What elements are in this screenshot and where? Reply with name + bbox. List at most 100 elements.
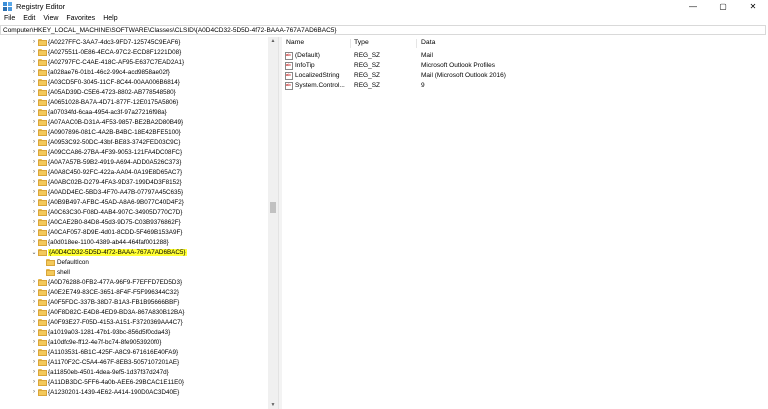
folder-icon xyxy=(38,48,47,56)
chevron-right-icon[interactable]: › xyxy=(31,127,37,137)
tree-item[interactable]: › {A0227FFC-3AA7-4dc3-9FD7-125745C9EAF6} xyxy=(0,37,270,47)
chevron-right-icon[interactable]: › xyxy=(31,37,37,47)
column-divider[interactable] xyxy=(350,39,351,48)
tree-item[interactable]: › {A1103531-6B1C-425F-A8C9-671616E40FA9} xyxy=(0,347,270,357)
chevron-right-icon[interactable]: › xyxy=(31,147,37,157)
chevron-right-icon[interactable]: › xyxy=(31,237,37,247)
chevron-right-icon[interactable]: › xyxy=(31,207,37,217)
chevron-right-icon[interactable]: › xyxy=(31,97,37,107)
tree-item[interactable]: › {A07AAC0B-D31A-4F53-9857-BE2BA2D80B49} xyxy=(0,117,270,127)
chevron-right-icon[interactable]: › xyxy=(31,337,37,347)
chevron-right-icon[interactable]: › xyxy=(31,347,37,357)
chevron-right-icon[interactable]: › xyxy=(31,287,37,297)
tree-item[interactable]: › {A11DB3DC-5FF6-4a0b-AEE6-29BCAC1E11E0} xyxy=(0,377,270,387)
chevron-right-icon[interactable]: › xyxy=(31,107,37,117)
chevron-right-icon[interactable]: › xyxy=(31,297,37,307)
value-row[interactable]: ab InfoTip REG_SZ Microsoft Outlook Profile… xyxy=(282,61,768,71)
tree-item[interactable]: DefaultIcon xyxy=(0,257,270,267)
tree-item[interactable]: › {A0F93E27-F05D-4153-A151-F3720369AA4C7} xyxy=(0,317,270,327)
chevron-right-icon[interactable]: › xyxy=(31,167,37,177)
chevron-right-icon[interactable]: › xyxy=(31,137,37,147)
tree-item[interactable]: › {a11850eb-4501-4dea-9ef5-1d37f37d247d} xyxy=(0,367,270,377)
tree-item[interactable]: › {A02797FC-C4AE-418C-AF95-E637C7EAD2A1} xyxy=(0,57,270,67)
chevron-right-icon[interactable]: › xyxy=(31,217,37,227)
tree-item[interactable]: › {a0d018ee-1100-4389-ab44-464faf001288} xyxy=(0,237,270,247)
menu-help[interactable]: Help xyxy=(99,15,121,22)
chevron-right-icon[interactable]: › xyxy=(31,187,37,197)
value-type: REG_SZ xyxy=(354,72,381,79)
column-divider[interactable] xyxy=(416,39,417,48)
chevron-right-icon[interactable]: › xyxy=(31,77,37,87)
tree-item[interactable]: › {A0A7A57B-59B2-4919-A694-ADD0A526C373} xyxy=(0,157,270,167)
tree-item[interactable]: › {A09CCA86-27BA-4F39-9053-121FA4DC08FC} xyxy=(0,147,270,157)
chevron-right-icon[interactable]: › xyxy=(31,327,37,337)
tree-item[interactable]: › {a07034fd-6caa-4954-ac3f-97a27216f98a} xyxy=(0,107,270,117)
value-row[interactable]: ab System.Control... REG_SZ 9 xyxy=(282,81,768,91)
tree-item-label: {a028ae76-01b1-46c2-99c4-acd9858ae02f} xyxy=(48,68,170,76)
menu-view[interactable]: View xyxy=(39,15,62,22)
menu-favorites[interactable]: Favorites xyxy=(62,15,99,22)
tree-item[interactable]: › {A0F5FDC-337B-38D7-B1A3-FB1B95666BBF} xyxy=(0,297,270,307)
chevron-right-icon[interactable]: › xyxy=(31,47,37,57)
tree-item[interactable]: › {A0C63C30-F08D-4AB4-907C-34905D770C7D} xyxy=(0,207,270,217)
tree-item[interactable]: › {A0CAE2B0-84D8-45d3-9D75-C03B9376862F} xyxy=(0,217,270,227)
tree-item[interactable]: › {A0907896-081C-4A2B-B4BC-18E42BFE5100} xyxy=(0,127,270,137)
scroll-down-icon[interactable]: ▼ xyxy=(268,401,278,409)
value-row[interactable]: ab LocalizedString REG_SZ Mail (Microsoft O… xyxy=(282,71,768,81)
address-bar[interactable]: Computer\HKEY_LOCAL_MACHINE\SOFTWARE\Cla… xyxy=(0,25,766,35)
column-header-data[interactable]: Data xyxy=(421,39,435,46)
chevron-right-icon[interactable]: › xyxy=(31,57,37,67)
tree-item-label: {a0d018ee-1100-4389-ab44-464faf001288} xyxy=(48,238,169,246)
scroll-up-icon[interactable]: ▲ xyxy=(268,37,278,45)
tree-item[interactable]: › {A0B9B497-AFBC-45AD-A8A6-9B077C40D4F2} xyxy=(0,197,270,207)
chevron-right-icon[interactable]: › xyxy=(31,387,37,397)
chevron-right-icon[interactable]: › xyxy=(31,377,37,387)
chevron-right-icon[interactable]: › xyxy=(31,227,37,237)
chevron-right-icon[interactable]: › xyxy=(31,157,37,167)
maximize-button[interactable]: ▢ xyxy=(708,0,738,13)
chevron-right-icon[interactable]: › xyxy=(31,87,37,97)
close-button[interactable]: ✕ xyxy=(738,0,768,13)
tree-item[interactable]: › {A0A8C450-92FC-422a-AA04-0A19E8D65AC7} xyxy=(0,167,270,177)
scroll-thumb[interactable] xyxy=(270,202,276,213)
chevron-right-icon[interactable]: › xyxy=(31,357,37,367)
tree-item-label: {A02797FC-C4AE-418C-AF95-E637C7EAD2A1} xyxy=(48,58,185,66)
chevron-right-icon[interactable]: › xyxy=(31,177,37,187)
tree-item-label: {A0E2E749-83CE-3651-8F4F-F5F996344C32} xyxy=(48,288,179,296)
tree-item[interactable]: › {a1019a03-1281-47b1-93bc-856d5f0cda43} xyxy=(0,327,270,337)
tree-item[interactable]: › {A0ABC02B-D279-4FA3-9D37-199D4D3F8152} xyxy=(0,177,270,187)
chevron-right-icon[interactable]: › xyxy=(31,307,37,317)
chevron-right-icon[interactable]: › xyxy=(31,197,37,207)
chevron-right-icon[interactable]: › xyxy=(31,367,37,377)
tree-item[interactable]: › {A0E2E749-83CE-3651-8F4F-F5F996344C32} xyxy=(0,287,270,297)
tree-item-label: {A11DB3DC-5FF6-4a0b-AEE6-29BCAC1E11E0} xyxy=(48,378,184,386)
tree-item[interactable]: › {a10dfc9e-ff12-4e7f-bc74-8fe9053920f0} xyxy=(0,337,270,347)
tree-item[interactable]: › {A0953C92-50DC-43bf-BE83-3742FED03C9C} xyxy=(0,137,270,147)
chevron-right-icon[interactable]: › xyxy=(31,317,37,327)
column-header-type[interactable]: Type xyxy=(354,39,369,46)
tree-item[interactable]: › {A0CAF057-8D9E-4d01-8CDD-5F469B153A9F} xyxy=(0,227,270,237)
tree-item[interactable]: ⌄ {A0D4CD32-5D5D-4f72-BAAA-767A7AD6BAC5} xyxy=(0,247,270,257)
value-row[interactable]: ab (Default) REG_SZ Mail xyxy=(282,51,768,61)
menu-edit[interactable]: Edit xyxy=(19,15,39,22)
tree-item[interactable]: › {A03CD5F0-3045-11CF-8C44-00AA006B6814} xyxy=(0,77,270,87)
tree-item[interactable]: › {A0651028-BA7A-4D71-877F-12E0175A5806} xyxy=(0,97,270,107)
minimize-button[interactable]: — xyxy=(678,0,708,13)
key-tree[interactable]: › {A0227FFC-3AA7-4dc3-9FD7-125745C9EAF6} ›… xyxy=(0,37,278,409)
tree-item[interactable]: › {a028ae76-01b1-46c2-99c4-acd9858ae02f} xyxy=(0,67,270,77)
chevron-right-icon[interactable]: › xyxy=(31,117,37,127)
tree-item[interactable]: › {A0275511-0E86-4ECA-97C2-ECD8F1221D08} xyxy=(0,47,270,57)
tree-item[interactable]: › {A1230201-1439-4E62-A414-190D0AC3D40E} xyxy=(0,387,270,397)
tree-item[interactable]: › {A0F8D82C-E4D8-4ED9-BD3A-867A830B12BA} xyxy=(0,307,270,317)
tree-scrollbar[interactable]: ▲ ▼ xyxy=(268,37,278,409)
tree-item[interactable]: › {A1170F2C-C5A4-467F-8EB3-5057107201AE} xyxy=(0,357,270,367)
chevron-down-icon[interactable]: ⌄ xyxy=(31,247,37,257)
chevron-right-icon[interactable]: › xyxy=(31,277,37,287)
menu-file[interactable]: File xyxy=(0,15,19,22)
tree-item[interactable]: › {A05AD39D-C5E6-4723-8802-AB778548580} xyxy=(0,87,270,97)
tree-item[interactable]: shell xyxy=(0,267,270,277)
chevron-right-icon[interactable]: › xyxy=(31,67,37,77)
tree-item[interactable]: › {A0D76288-0FB2-477A-96F9-F7EFFD7ED5D3} xyxy=(0,277,270,287)
tree-item[interactable]: › {A0ADD4EC-5BD3-4F70-A47B-07797A45C635} xyxy=(0,187,270,197)
column-header-name[interactable]: Name xyxy=(286,39,304,46)
